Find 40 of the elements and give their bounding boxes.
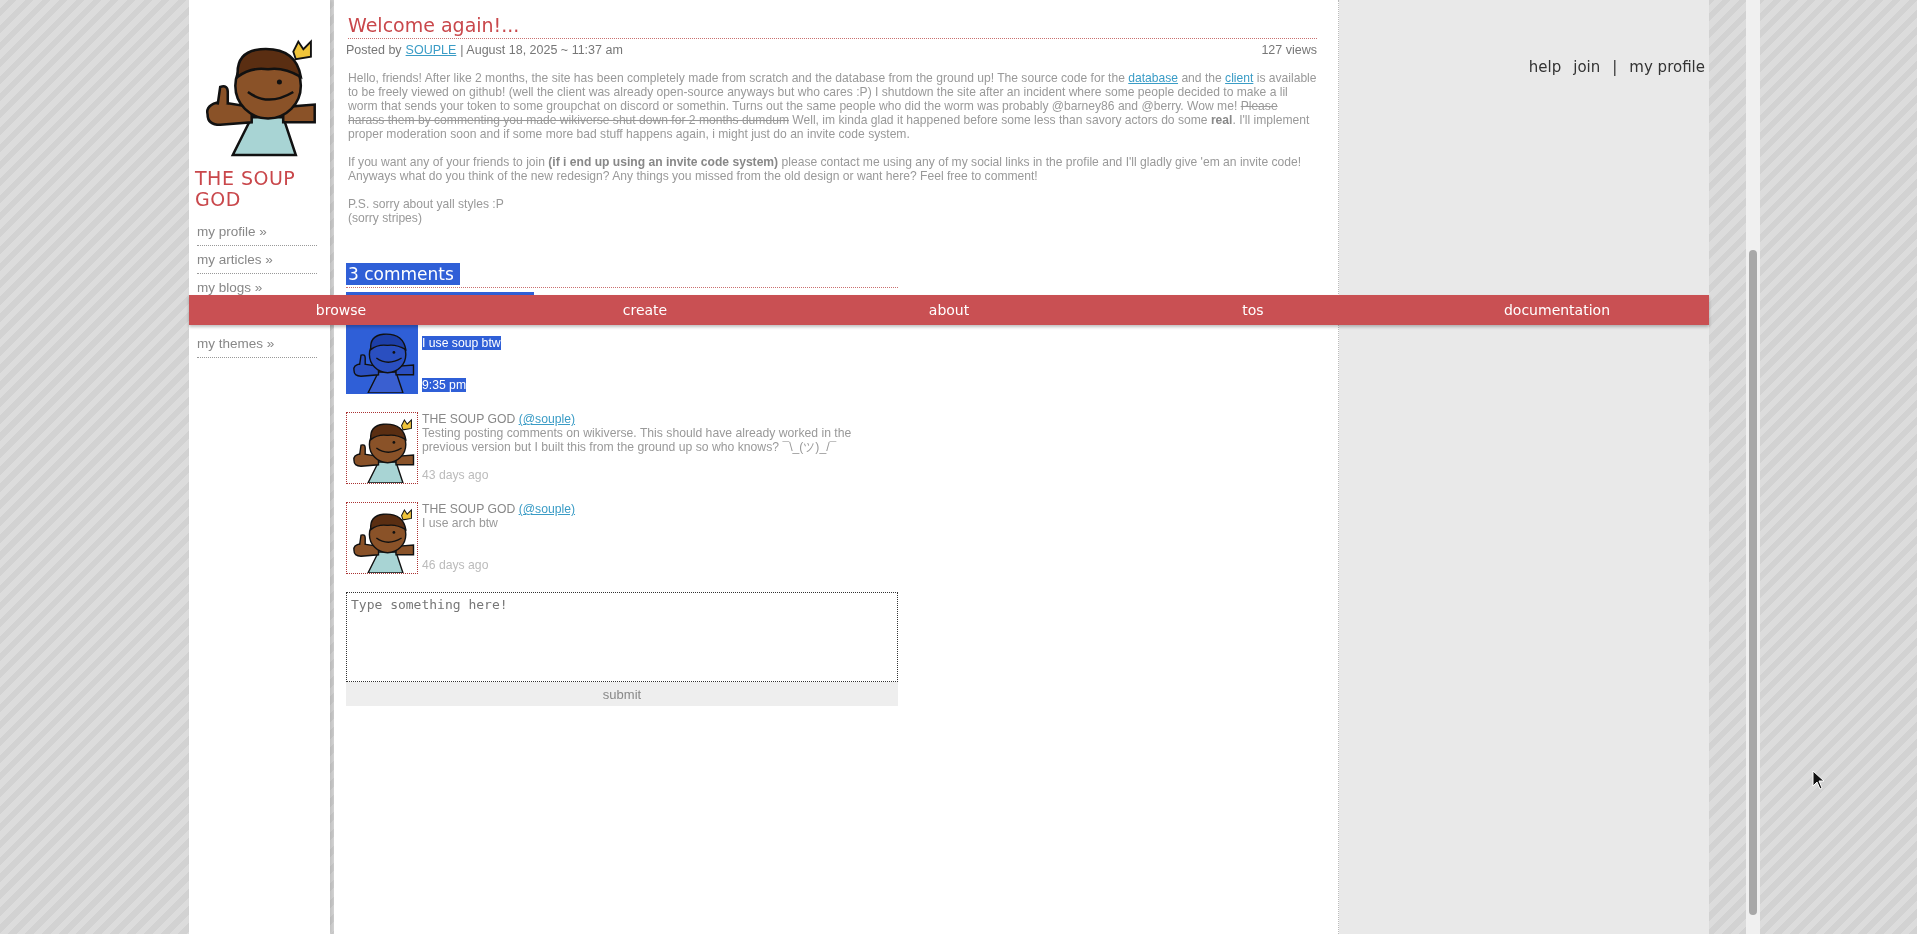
nav-link[interactable]: about	[797, 295, 1101, 325]
post-paragraph: P.S. sorry about yall styles :P (sorry stripes)	[348, 197, 505, 225]
nav-link[interactable]: documentation	[1405, 295, 1709, 325]
nav-link[interactable]: tos	[1101, 295, 1405, 325]
comment-text: I use soup btw	[422, 336, 501, 350]
view-count: 127 views	[1261, 43, 1317, 57]
nav-link[interactable]: create	[493, 295, 797, 325]
comment-time: 43 days ago	[422, 468, 489, 482]
scrollbar-thumb[interactable]	[1749, 250, 1757, 915]
post-title: Welcome again!...	[348, 14, 1317, 39]
sidebar-link[interactable]: my articles »	[197, 252, 273, 267]
header-link[interactable]: join	[1573, 58, 1601, 76]
sidebar-link[interactable]: my blogs »	[197, 280, 263, 295]
author-handle-link[interactable]: (@souple)	[518, 412, 576, 426]
text-link[interactable]: client	[1225, 71, 1254, 85]
nav-link[interactable]: browse	[189, 295, 493, 325]
separator-text: |	[1612, 58, 1618, 76]
post-paragraph: If you want any of your friends to join (if i end up using an invite code system) please contact me using any of my social links in the profile and I'll gladly give 'em an invite code! Anyways what do you think of the new redesign? Any things you missed from the old design or want here? Feel free to comment!	[348, 155, 1303, 183]
sidebar-link[interactable]: my profile »	[197, 224, 267, 239]
post-date: | August 18, 2025 ~ 11:37 am	[460, 43, 623, 57]
author-handle-link[interactable]: (@souple)	[518, 502, 576, 516]
scrollbar[interactable]	[1746, 0, 1760, 934]
submit-button[interactable]: submit	[346, 682, 898, 706]
comment-time: 46 days ago	[422, 558, 489, 572]
text-link[interactable]: database	[1128, 71, 1179, 85]
comment-text: I use arch btw	[422, 516, 498, 530]
header-link[interactable]: help	[1528, 58, 1562, 76]
comment-time: 9:35 pm	[422, 378, 467, 392]
header-link[interactable]: my profile	[1629, 58, 1705, 76]
cursor-icon	[1812, 770, 1826, 790]
post-paragraph: Hello, friends! After like 2 months, the site has been completely made from scratch and the database from the ground up! The source code for the database and the client is available to be freely viewed on github! (well the client was already open-source anyways but who cares :P) I shutdown the site after an incident where some people decided to make a lil worm that sends your token to some groupchat on discord or somethin. Turns out the same people who did the worm was probably @barney86 and @berry. Wow me! Please harass them by commenting you made wikiverse shut down for 2 months dumdum Well, im kinda glad it happened before some less than savory actors do some real. I'll implement proper moderation soon and if some more bad stuff happens again, i might just do an invite code system.	[348, 71, 1317, 141]
sidebar-link[interactable]: my themes »	[197, 336, 275, 351]
comment-input-field[interactable]: Type something here!	[346, 592, 898, 682]
author-link[interactable]: SOUPLE	[405, 43, 457, 57]
profile-name: THE SOUP GOD	[195, 168, 297, 210]
comment-author: THE SOUP GOD	[422, 412, 516, 426]
posted-by-label: Posted by	[346, 43, 402, 57]
comment-author: THE SOUP GOD	[422, 502, 516, 516]
comments-heading: 3 comments	[346, 263, 460, 285]
comment-text: Testing posting comments on wikiverse. This should have already worked in the previous version but I built this from the ground up so who knows? ¯\_(ツ)_/¯	[422, 426, 852, 454]
